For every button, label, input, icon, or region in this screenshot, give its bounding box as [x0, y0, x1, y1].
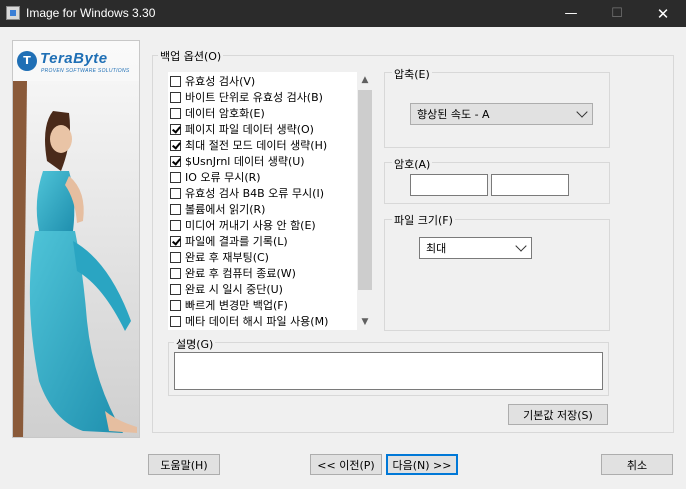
option-metadata-hash[interactable]: 메타 데이터 해시 파일 사용(M) — [170, 313, 328, 329]
option-byte-verify[interactable]: 바이트 단위로 유효성 검사(B) — [170, 89, 323, 105]
option-skip-hibernation[interactable]: 최대 절전 모드 데이터 생략(H) — [170, 137, 327, 153]
option-suspend-after[interactable]: 완료 시 일시 중단(U) — [170, 281, 283, 297]
checkbox[interactable] — [170, 315, 181, 327]
option-verify[interactable]: 유효성 검사(V) — [170, 73, 255, 89]
checkbox[interactable] — [170, 219, 181, 231]
checkbox[interactable] — [170, 91, 181, 103]
encryption-label: 암호(A) — [392, 156, 433, 172]
option-encrypt[interactable]: 데이터 암호화(E) — [170, 105, 265, 121]
options-scrollbar[interactable]: ▲ ▼ — [357, 72, 373, 330]
checkbox-checked[interactable] — [170, 123, 181, 135]
chevron-down-icon — [576, 106, 588, 118]
backup-options-list[interactable]: 유효성 검사(V) 바이트 단위로 유효성 검사(B) 데이터 암호화(E) 페… — [168, 72, 373, 330]
backup-options-label: 백업 옵션(O) — [158, 48, 224, 64]
file-size-group — [384, 219, 610, 331]
terabyte-logo: T TeraByte PROVEN SOFTWARE SOLUTIONS — [15, 47, 139, 77]
maximize-button[interactable]: ☐ — [594, 0, 640, 27]
checkbox[interactable] — [170, 299, 181, 311]
logo-mark-icon: T — [17, 51, 37, 71]
password-input[interactable] — [410, 174, 488, 196]
option-skip-usnjrnl[interactable]: $UsnJrnl 데이터 생략(U) — [170, 153, 305, 169]
option-ignore-b4b-errors[interactable]: 유효성 검사 B4B 오류 무시(I) — [170, 185, 324, 201]
window-title: Image for Windows 3.30 — [26, 6, 156, 20]
scroll-thumb[interactable] — [358, 90, 372, 290]
file-size-label: 파일 크기(F) — [392, 212, 455, 228]
app-icon — [6, 6, 20, 20]
compression-label: 압축(E) — [392, 66, 432, 82]
checkbox[interactable] — [170, 267, 181, 279]
checkbox-checked[interactable] — [170, 155, 181, 167]
close-button[interactable]: ✕ — [640, 0, 686, 27]
chevron-down-icon — [515, 240, 527, 252]
option-read-from-volume[interactable]: 볼륨에서 읽기(R) — [170, 201, 265, 217]
logo-name: TeraByte — [40, 50, 108, 67]
checkbox[interactable] — [170, 283, 181, 295]
checkbox[interactable] — [170, 75, 181, 87]
file-size-select[interactable]: 최대 — [419, 237, 532, 259]
checkbox-checked[interactable] — [170, 235, 181, 247]
option-ignore-io-errors[interactable]: IO 오류 무시(R) — [170, 169, 261, 185]
banner-photo — [13, 81, 139, 437]
option-shutdown-after[interactable]: 완료 후 컴퓨터 종료(W) — [170, 265, 296, 281]
description-label: 설명(G) — [174, 336, 216, 352]
compression-select[interactable]: 향상된 속도 - A — [410, 103, 593, 125]
scroll-up-icon[interactable]: ▲ — [357, 72, 373, 88]
title-bar: Image for Windows 3.30 — ☐ ✕ — [0, 0, 686, 27]
option-skip-pagefile[interactable]: 페이지 파일 데이터 생략(O) — [170, 121, 314, 137]
option-fast-changed-only[interactable]: 빠르게 변경만 백업(F) — [170, 297, 288, 313]
checkbox[interactable] — [170, 187, 181, 199]
logo-tagline: PROVEN SOFTWARE SOLUTIONS — [41, 68, 130, 74]
save-default-button[interactable]: 기본값 저장(S) — [508, 404, 608, 425]
checkbox-checked[interactable] — [170, 139, 181, 151]
option-disable-eject[interactable]: 미디어 꺼내기 사용 안 함(E) — [170, 217, 316, 233]
description-input[interactable] — [174, 352, 603, 390]
checkbox[interactable] — [170, 251, 181, 263]
next-button[interactable]: 다음(N) >> — [386, 454, 458, 475]
checkbox[interactable] — [170, 171, 181, 183]
option-log-results[interactable]: 파일에 결과를 기록(L) — [170, 233, 288, 249]
option-reboot-after[interactable]: 완료 후 재부팅(C) — [170, 249, 269, 265]
back-button[interactable]: << 이전(P) — [310, 454, 382, 475]
checkbox[interactable] — [170, 203, 181, 215]
scroll-down-icon[interactable]: ▼ — [357, 314, 373, 330]
cancel-button[interactable]: 취소 — [601, 454, 673, 475]
minimize-button[interactable]: — — [548, 0, 594, 27]
help-button[interactable]: 도움말(H) — [148, 454, 220, 475]
side-banner: T TeraByte PROVEN SOFTWARE SOLUTIONS — [12, 40, 140, 438]
password-confirm-input[interactable] — [491, 174, 569, 196]
checkbox[interactable] — [170, 107, 181, 119]
option-partial[interactable] — [170, 329, 185, 330]
